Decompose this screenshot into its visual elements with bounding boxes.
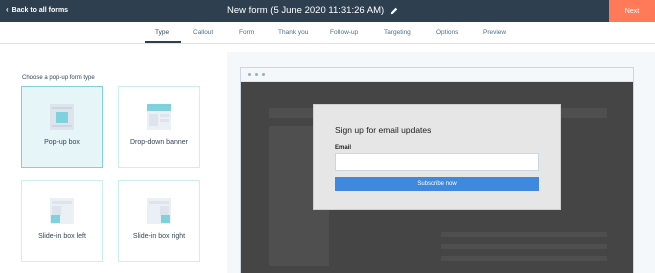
tab-options[interactable]: Options — [436, 29, 458, 36]
tab-bar: Type Callout Form Thank you Follow-up Ta… — [0, 22, 655, 44]
tab-form[interactable]: Form — [239, 29, 254, 36]
form-title-text: New form (5 June 2020 11:31:26 AM) — [227, 5, 385, 16]
placeholder-line — [441, 244, 607, 249]
type-card-popup-box[interactable]: Pop-up box — [21, 86, 103, 168]
email-label: Email — [335, 145, 352, 151]
tab-targeting[interactable]: Targeting — [384, 29, 411, 36]
type-card-slide-in-right[interactable]: Slide-in box right — [118, 180, 200, 262]
slide-in-right-icon — [147, 198, 171, 224]
form-type-heading: Choose a pop-up form type — [22, 75, 95, 81]
tab-follow-up[interactable]: Follow-up — [330, 29, 358, 36]
top-bar: ‹ Back to all forms New form (5 June 202… — [0, 0, 655, 22]
type-label: Pop-up box — [44, 139, 80, 146]
pencil-icon[interactable] — [390, 7, 398, 15]
active-tab-indicator — [145, 41, 181, 43]
tab-callout[interactable]: Callout — [193, 29, 213, 36]
form-title[interactable]: New form (5 June 2020 11:31:26 AM) — [227, 5, 398, 16]
browser-dot-icon — [248, 73, 251, 76]
email-field[interactable] — [335, 153, 539, 171]
next-button[interactable]: Next — [609, 0, 655, 22]
tab-preview[interactable]: Preview — [483, 29, 506, 36]
placeholder-line — [441, 256, 607, 261]
slide-in-left-icon — [50, 198, 74, 224]
dropdown-banner-icon — [147, 104, 171, 130]
popup-form: Sign up for email updates Email Subscrib… — [313, 104, 561, 210]
back-to-forms-link[interactable]: ‹ Back to all forms — [6, 6, 68, 14]
browser-toolbar — [241, 68, 633, 82]
browser-dot-icon — [255, 73, 258, 76]
type-label: Drop-down banner — [130, 139, 188, 146]
popup-box-icon — [50, 104, 74, 130]
type-label: Slide-in box right — [132, 233, 186, 240]
subscribe-button[interactable]: Subscribe now — [335, 177, 539, 191]
popup-title: Sign up for email updates — [335, 125, 432, 135]
type-card-dropdown-banner[interactable]: Drop-down banner — [118, 86, 200, 168]
placeholder-line — [441, 232, 607, 237]
back-label: Back to all forms — [11, 6, 69, 14]
type-card-slide-in-left[interactable]: Slide-in box left — [21, 180, 103, 262]
type-label: Slide-in box left — [38, 233, 86, 240]
tab-thank-you[interactable]: Thank you — [278, 29, 308, 36]
tab-type[interactable]: Type — [155, 29, 169, 36]
browser-dot-icon — [262, 73, 265, 76]
back-arrow-icon: ‹ — [6, 5, 9, 14]
